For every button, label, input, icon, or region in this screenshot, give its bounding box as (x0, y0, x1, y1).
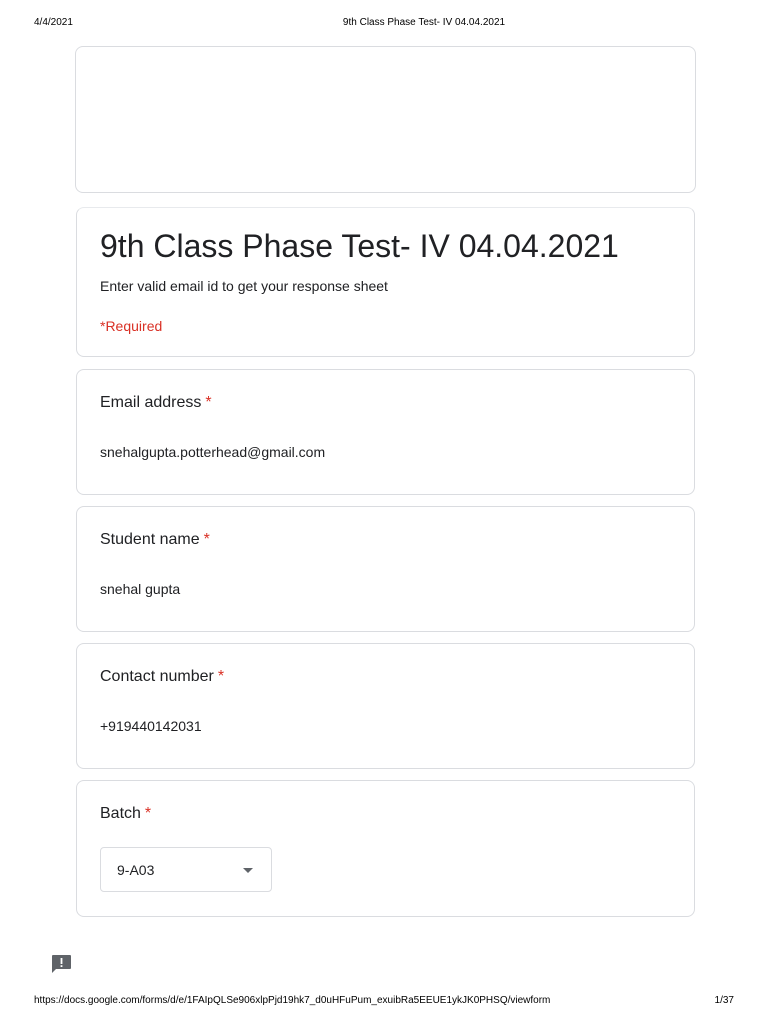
print-page-number: 1/37 (714, 995, 734, 1006)
feedback-icon[interactable] (51, 954, 72, 973)
header-banner (75, 46, 696, 193)
form-description: Enter valid email id to get your respons… (100, 278, 388, 294)
required-note: *Required (100, 318, 163, 334)
required-asterisk: * (144, 805, 152, 822)
required-asterisk: * (205, 394, 212, 411)
required-asterisk: * (203, 531, 210, 548)
question-card-batch: Batch * 9-A03 (76, 780, 695, 917)
question-label: Email address (100, 394, 202, 411)
student-name-answer[interactable]: snehal gupta (100, 581, 180, 597)
question-card-contact-number: Contact number * +919440142031 (76, 643, 695, 769)
email-answer[interactable]: snehalgupta.potterhead@gmail.com (100, 444, 325, 460)
question-card-email: Email address * snehalgupta.potterhead@gm… (76, 369, 695, 495)
print-url: https://docs.google.com/forms/d/e/1FAIpQ… (34, 995, 551, 1006)
print-header: 4/4/2021 9th Class Phase Test- IV 04.04.… (0, 17, 768, 31)
question-title: Student name * (100, 531, 210, 549)
form-title: 9th Class Phase Test- IV 04.04.2021 (100, 228, 619, 264)
contact-number-answer[interactable]: +919440142031 (100, 718, 202, 734)
question-card-student-name: Student name * snehal gupta (76, 506, 695, 632)
question-title: Email address * (100, 394, 212, 412)
question-label: Contact number (100, 668, 214, 685)
batch-selected-value: 9-A03 (117, 862, 155, 878)
dropdown-arrow-icon (243, 868, 253, 873)
print-footer: https://docs.google.com/forms/d/e/1FAIpQ… (0, 995, 768, 1009)
question-title: Batch * (100, 805, 151, 823)
question-title: Contact number * (100, 668, 224, 686)
batch-dropdown[interactable]: 9-A03 (100, 847, 272, 892)
question-label: Student name (100, 531, 200, 548)
required-asterisk: * (217, 668, 225, 685)
form-title-card: 9th Class Phase Test- IV 04.04.2021 Ente… (76, 207, 695, 357)
question-label: Batch (100, 805, 141, 822)
print-page-title: 9th Class Phase Test- IV 04.04.2021 (342, 17, 506, 28)
